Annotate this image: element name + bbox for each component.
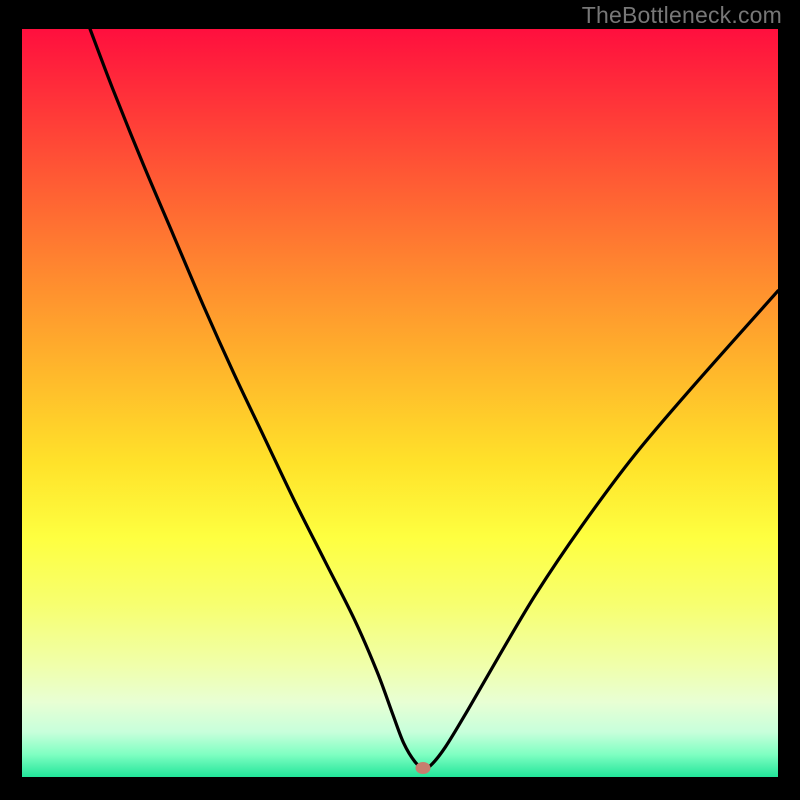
watermark-text: TheBottleneck.com	[582, 2, 782, 29]
chart-plot-area	[22, 29, 778, 777]
optimum-marker	[415, 762, 430, 774]
chart-frame: TheBottleneck.com	[0, 0, 800, 800]
bottleneck-curve	[22, 29, 778, 777]
